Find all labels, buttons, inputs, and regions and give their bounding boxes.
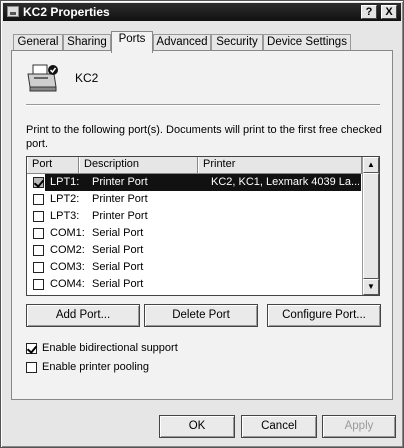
port-description: Serial Port xyxy=(92,278,144,290)
port-name: COM3: xyxy=(50,261,85,273)
scroll-thumb[interactable] xyxy=(363,173,379,279)
ports-instructions: Print to the following port(s). Document… xyxy=(26,124,382,150)
port-description: Serial Port xyxy=(92,244,144,256)
ports-panel: KC2 Print to the following port(s). Docu… xyxy=(11,50,393,400)
column-header-printer[interactable]: Printer xyxy=(198,157,362,173)
port-checkbox[interactable] xyxy=(33,211,44,222)
tab-sharing[interactable]: Sharing xyxy=(63,34,111,51)
window-title: KC2 Properties xyxy=(23,5,110,19)
configure-port-button[interactable]: Configure Port... xyxy=(267,304,381,327)
tab-device-settings[interactable]: Device Settings xyxy=(263,34,351,51)
column-header-port[interactable]: Port xyxy=(27,157,79,173)
port-name: COM2: xyxy=(50,244,85,256)
printer-small-icon xyxy=(7,6,19,17)
port-description: Serial Port xyxy=(92,227,144,239)
port-description: Printer Port xyxy=(92,210,148,222)
port-name: LPT1: xyxy=(50,176,80,188)
tab-ports[interactable]: Ports xyxy=(111,31,153,53)
column-header-description[interactable]: Description xyxy=(79,157,198,173)
port-checkbox[interactable] xyxy=(33,262,44,273)
tab-security[interactable]: Security xyxy=(211,34,263,51)
port-name: LPT3: xyxy=(50,210,80,222)
table-row[interactable]: LPT2: Printer Port xyxy=(27,191,362,208)
title-bar: KC2 Properties ? X xyxy=(3,3,401,21)
table-row[interactable]: LPT1: Printer Port KC2, KC1, Lexmark 403… xyxy=(27,174,362,191)
close-button[interactable]: X xyxy=(381,5,397,19)
ports-scrollbar[interactable]: ▲ ▼ xyxy=(362,157,379,295)
tab-advanced[interactable]: Advanced xyxy=(153,34,211,51)
port-description: Serial Port xyxy=(92,261,144,273)
port-checkbox[interactable] xyxy=(33,279,44,290)
port-name: COM1: xyxy=(50,227,85,239)
ports-list[interactable]: Port Description Printer LPT1: Printer P… xyxy=(26,156,380,296)
bidirectional-label: Enable bidirectional support xyxy=(42,342,178,354)
tab-bar: General Sharing Ports Advanced Security … xyxy=(11,31,397,53)
cancel-button[interactable]: Cancel xyxy=(241,415,317,438)
apply-button[interactable]: Apply xyxy=(322,415,396,438)
ports-list-header: Port Description Printer xyxy=(27,157,362,174)
pooling-label: Enable printer pooling xyxy=(42,361,150,373)
bidirectional-checkbox[interactable] xyxy=(26,343,37,354)
port-checkbox[interactable] xyxy=(33,194,44,205)
port-checkbox[interactable] xyxy=(33,177,44,188)
port-checkbox[interactable] xyxy=(33,245,44,256)
port-name: LPT2: xyxy=(50,193,80,205)
properties-dialog: KC2 Properties ? X General Sharing Ports… xyxy=(0,0,404,448)
table-row[interactable]: COM3: Serial Port xyxy=(27,259,362,276)
printer-icon xyxy=(27,64,58,92)
separator xyxy=(26,104,380,106)
ok-button[interactable]: OK xyxy=(159,415,235,438)
table-row[interactable]: LPT3: Printer Port xyxy=(27,208,362,225)
printer-name: KC2 xyxy=(75,71,99,85)
help-button[interactable]: ? xyxy=(361,5,377,19)
table-row[interactable]: COM4: Serial Port xyxy=(27,276,362,293)
delete-port-button[interactable]: Delete Port xyxy=(144,304,258,327)
port-description: Printer Port xyxy=(92,193,148,205)
port-name: COM4: xyxy=(50,278,85,290)
port-printer: KC2, KC1, Lexmark 4039 La... xyxy=(211,176,359,188)
scroll-down-icon[interactable]: ▼ xyxy=(363,279,379,295)
add-port-button[interactable]: Add Port... xyxy=(26,304,140,327)
port-description: Printer Port xyxy=(92,176,148,188)
scroll-up-icon[interactable]: ▲ xyxy=(363,157,379,173)
port-checkbox[interactable] xyxy=(33,228,44,239)
tab-general[interactable]: General xyxy=(13,34,63,51)
pooling-checkbox[interactable] xyxy=(26,362,37,373)
table-row[interactable]: COM2: Serial Port xyxy=(27,242,362,259)
ports-rows: LPT1: Printer Port KC2, KC1, Lexmark 403… xyxy=(27,174,362,293)
table-row[interactable]: COM1: Serial Port xyxy=(27,225,362,242)
